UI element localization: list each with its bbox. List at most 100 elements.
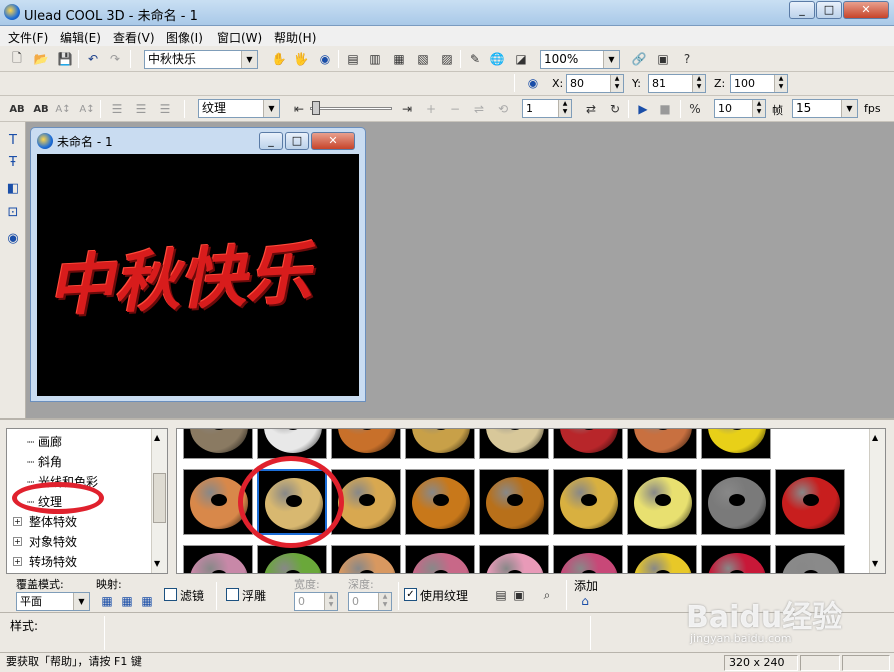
texture-thumbnail[interactable] [257, 545, 327, 573]
redo-icon[interactable]: ↷ [106, 50, 124, 68]
use-texture-checkbox[interactable]: ✓ [404, 588, 417, 601]
view-top-icon[interactable]: ▦ [390, 50, 408, 68]
move-hand-icon[interactable]: ✋ [270, 50, 288, 68]
select-object-icon[interactable]: ⊡ [3, 202, 23, 222]
texture-thumbnail[interactable] [405, 469, 475, 535]
menu-window[interactable]: 窗口(W) [217, 29, 262, 46]
fps-select[interactable]: 15 ▼ [792, 99, 858, 118]
maximize-button[interactable]: □ [816, 1, 842, 19]
view-front-icon[interactable]: ▤ [344, 50, 362, 68]
undo-icon[interactable]: ↶ [84, 50, 102, 68]
spin-arrows-icon[interactable]: ▲ ▼ [752, 100, 765, 117]
tree-item-gallery[interactable]: ┈ 画廊 [27, 433, 62, 450]
save-icon[interactable]: 💾 [56, 50, 74, 68]
texture-thumbnail[interactable] [183, 545, 253, 573]
texture-library-icon[interactable]: ▤ [492, 586, 510, 604]
expand-icon[interactable]: + [13, 517, 22, 526]
scroll-down-icon[interactable]: ▼ [154, 559, 160, 568]
y-input[interactable]: 81 ▲ ▼ [648, 74, 706, 93]
effect-select[interactable]: 纹理 ▼ [198, 99, 280, 118]
spin-arrows-icon[interactable]: ▲ ▼ [558, 100, 571, 117]
open-folder-icon[interactable]: 📂 [32, 50, 50, 68]
resize-icon[interactable]: ◉ [316, 50, 334, 68]
object-manager-icon[interactable]: ◉ [3, 228, 23, 248]
gallery-scrollbar[interactable]: ▲ ▼ [869, 429, 885, 573]
camera-icon[interactable]: ◪ [512, 50, 530, 68]
menu-help[interactable]: 帮助(H) [274, 29, 316, 46]
scroll-up-icon[interactable]: ▲ [154, 433, 160, 442]
align-left-icon[interactable]: ☰ [108, 100, 126, 118]
edit-text-icon[interactable]: Ŧ [3, 152, 23, 172]
texture-thumbnail[interactable] [331, 545, 401, 573]
texture-thumbnail[interactable] [479, 429, 549, 459]
zoom-select[interactable]: 100% ▼ [540, 50, 620, 69]
refresh-icon[interactable]: ↻ [606, 100, 624, 118]
filter-checkbox[interactable] [164, 588, 177, 601]
texture-thumbnail[interactable] [479, 545, 549, 573]
text-edit-icon[interactable]: AB [8, 100, 26, 118]
tree-item-transition-effects[interactable]: 转场特效 [29, 553, 77, 570]
preview-canvas[interactable]: 中秋快乐 [37, 154, 359, 396]
texture-thumbnail[interactable] [553, 469, 623, 535]
text-line-icon[interactable]: A↕ [78, 100, 96, 118]
width-input[interactable]: 0 ▲ ▼ [294, 592, 338, 611]
insert-text-icon[interactable]: T [3, 130, 23, 150]
web-export-icon[interactable]: 🔗 [630, 50, 648, 68]
texture-browse-icon[interactable]: ▣ [510, 586, 528, 604]
position-icon[interactable]: ◉ [524, 74, 542, 92]
close-button[interactable]: ✕ [843, 1, 889, 19]
menu-file[interactable]: 文件(F) [8, 29, 48, 46]
depth-input[interactable]: 0 ▲ ▼ [348, 592, 392, 611]
menu-view[interactable]: 查看(V) [113, 29, 155, 46]
insert-geometry-icon[interactable]: ◧ [3, 178, 23, 198]
texture-thumbnail[interactable] [701, 429, 771, 459]
texture-zoom-icon[interactable]: ⌕ [538, 586, 556, 604]
scroll-thumb[interactable] [153, 473, 166, 523]
new-file-icon[interactable]: 🗋 [8, 50, 26, 68]
spin-arrows-icon[interactable]: ▲ ▼ [378, 593, 391, 610]
reverse-icon[interactable]: ⇌ [470, 100, 488, 118]
frames-input[interactable]: 10 ▲ ▼ [714, 99, 766, 118]
minimize-button[interactable]: _ [789, 1, 815, 19]
stop-icon[interactable]: ■ [656, 100, 674, 118]
text-spacing-icon[interactable]: A↕ [54, 100, 72, 118]
spin-arrows-icon[interactable]: ▲ ▼ [610, 75, 623, 92]
texture-thumbnail[interactable] [627, 545, 697, 573]
spin-arrows-icon[interactable]: ▲ ▼ [692, 75, 705, 92]
wand-icon[interactable]: ✎ [466, 50, 484, 68]
tree-item-bevel[interactable]: ┈ 斜角 [27, 453, 62, 470]
text-bold-icon[interactable]: AB [32, 100, 50, 118]
repeat-icon[interactable]: ⇄ [582, 100, 600, 118]
tree-item-object-effects[interactable]: 对象特效 [29, 533, 77, 550]
x-input[interactable]: 80 ▲ ▼ [566, 74, 624, 93]
tree-item-global-effects[interactable]: 整体特效 [29, 513, 77, 530]
add-to-gallery-icon[interactable]: ⌂ [576, 592, 594, 610]
texture-thumbnail[interactable] [775, 545, 845, 573]
scroll-up-icon[interactable]: ▲ [872, 433, 878, 442]
texture-thumbnail[interactable] [405, 545, 475, 573]
view-side-icon[interactable]: ▥ [366, 50, 384, 68]
play-icon[interactable]: ▶ [634, 100, 652, 118]
texture-thumbnail[interactable] [627, 429, 697, 459]
texture-thumbnail[interactable] [701, 469, 771, 535]
view-bottom-icon[interactable]: ▨ [438, 50, 456, 68]
texture-thumbnail[interactable] [183, 429, 253, 459]
texture-thumbnail[interactable] [553, 429, 623, 459]
help-pointer-icon[interactable]: ? [678, 50, 696, 68]
texture-thumbnail[interactable] [775, 469, 845, 535]
remove-keyframe-icon[interactable]: − [446, 100, 464, 118]
map-cylinder-icon[interactable]: ▦ [118, 592, 136, 610]
slider-thumb[interactable] [312, 101, 320, 115]
expand-icon[interactable]: + [13, 537, 22, 546]
last-frame-icon[interactable]: ⇥ [398, 100, 416, 118]
percent-icon[interactable]: % [686, 100, 704, 118]
doc-minimize-button[interactable]: _ [259, 132, 283, 150]
texture-thumbnail[interactable] [257, 429, 327, 459]
plugin-icon[interactable]: ▣ [654, 50, 672, 68]
overlay-mode-select[interactable]: 平面 ▼ [16, 592, 90, 611]
map-sphere-icon[interactable]: ▦ [138, 592, 156, 610]
rotate-hand-icon[interactable]: 🖐 [292, 50, 310, 68]
texture-thumbnail[interactable] [627, 469, 697, 535]
first-frame-icon[interactable]: ⇤ [290, 100, 308, 118]
spin-arrows-icon[interactable]: ▲ ▼ [324, 593, 337, 610]
